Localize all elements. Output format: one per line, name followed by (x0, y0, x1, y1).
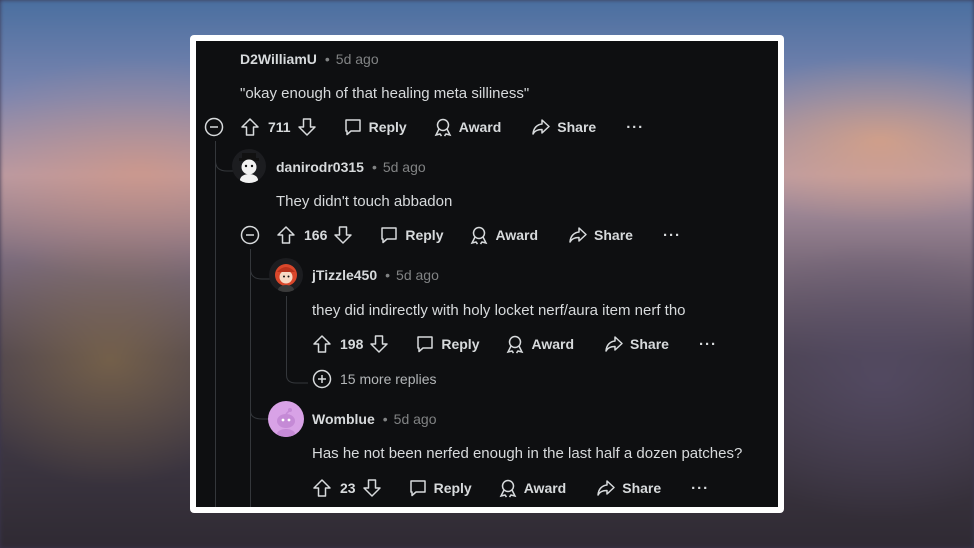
downvote-icon[interactable] (362, 478, 382, 498)
default-snoo-avatar-icon (277, 408, 295, 437)
award-icon (471, 226, 488, 245)
upvote-icon[interactable] (312, 334, 332, 354)
avatar[interactable] (268, 401, 304, 437)
comment-thread: D2WilliamU • 5d ago "okay enough of that… (196, 41, 778, 507)
vote-score: 23 (340, 480, 356, 496)
thread-line (215, 146, 216, 507)
comment-author[interactable]: danirodr0315 (276, 159, 364, 175)
expand-icon (312, 369, 332, 389)
comment-actions: 166 Reply Award Share ··· (276, 225, 681, 245)
comment-author[interactable]: Womblue (312, 411, 375, 427)
award-icon (499, 479, 517, 498)
comment-header: D2WilliamU • 5d ago (240, 51, 379, 67)
reply-label: Reply (405, 227, 444, 243)
share-button[interactable]: Share (596, 478, 661, 498)
more-options-button[interactable]: ··· (691, 480, 709, 497)
share-icon (597, 480, 615, 496)
award-button[interactable]: Award (498, 478, 567, 498)
comment-time[interactable]: 5d ago (396, 267, 439, 283)
reply-icon (344, 119, 361, 136)
award-label: Award (523, 480, 567, 496)
vote-score: 166 (304, 227, 328, 243)
reply-label: Reply (433, 480, 472, 496)
avatar[interactable] (269, 258, 303, 292)
comment-time[interactable]: 5d ago (394, 411, 437, 427)
reply-button[interactable]: Reply (343, 117, 407, 137)
comment-author[interactable]: D2WilliamU (240, 51, 317, 67)
comment-time[interactable]: 5d ago (336, 51, 379, 67)
share-label: Share (622, 480, 662, 496)
downvote-icon[interactable] (333, 225, 353, 245)
comment-author[interactable]: jTizzle450 (312, 267, 377, 283)
reply-label: Reply (441, 336, 480, 352)
separator-dot: • (371, 159, 377, 175)
reply-label: Reply (368, 119, 407, 135)
reply-icon (417, 336, 434, 353)
comment-body: They didn't touch abbadon (276, 193, 453, 210)
downvote-icon[interactable] (369, 334, 389, 354)
upvote-icon[interactable] (312, 478, 332, 498)
share-icon (532, 119, 551, 135)
separator-dot: • (385, 267, 391, 283)
share-label: Share (594, 227, 633, 243)
more-replies-link[interactable]: 15 more replies (312, 369, 437, 389)
more-options-button[interactable]: ··· (663, 227, 681, 244)
reply-button[interactable]: Reply (379, 225, 443, 245)
more-options-button[interactable]: ··· (626, 119, 644, 136)
collapse-icon[interactable] (240, 225, 260, 245)
comment-header: jTizzle450 • 5d ago (312, 267, 439, 283)
snoo-avatar-icon (239, 153, 259, 183)
vote-score: 711 (268, 119, 291, 135)
more-options-button[interactable]: ··· (699, 336, 717, 353)
collapse-icon[interactable] (204, 117, 224, 137)
comment-body: they did indirectly with holy locket ner… (312, 302, 686, 319)
upvote-icon[interactable] (240, 117, 260, 137)
more-replies-label: 15 more replies (340, 371, 437, 387)
comment-actions: 23 Reply Award Share ··· (312, 478, 709, 498)
share-label: Share (630, 336, 669, 352)
reply-button[interactable]: Reply (408, 478, 472, 498)
comment-header: Womblue • 5d ago (312, 411, 436, 427)
thread-line (286, 296, 287, 374)
reply-icon (409, 480, 426, 497)
award-label: Award (531, 336, 575, 352)
separator-dot: • (382, 411, 388, 427)
upvote-icon[interactable] (276, 225, 296, 245)
share-label: Share (557, 119, 597, 135)
comment-body: "okay enough of that healing meta sillin… (240, 85, 530, 102)
screenshot-frame: D2WilliamU • 5d ago "okay enough of that… (190, 35, 784, 513)
share-button[interactable]: Share (531, 117, 596, 137)
share-icon (605, 336, 623, 352)
award-button[interactable]: Award (505, 334, 574, 354)
snoo-avatar-icon (275, 264, 297, 292)
award-button[interactable]: Award (469, 225, 538, 245)
separator-dot: • (324, 51, 330, 67)
share-button[interactable]: Share (568, 225, 633, 245)
award-label: Award (495, 227, 539, 243)
comment-actions: 711 Reply Award Share ··· (240, 117, 644, 137)
award-label: Award (458, 119, 502, 135)
award-button[interactable]: Award (433, 117, 502, 137)
share-button[interactable]: Share (604, 334, 669, 354)
reply-button[interactable]: Reply (415, 334, 479, 354)
share-icon (569, 227, 587, 243)
thread-connector (286, 371, 308, 384)
vote-score: 198 (340, 336, 364, 352)
award-icon (434, 118, 452, 137)
comment-time[interactable]: 5d ago (383, 159, 426, 175)
award-icon (507, 335, 524, 354)
comment-header: danirodr0315 • 5d ago (276, 159, 426, 175)
downvote-icon[interactable] (297, 117, 317, 137)
reply-icon (381, 227, 398, 244)
comment-actions: 198 Reply Award Share ··· (312, 334, 717, 354)
avatar[interactable] (232, 149, 266, 183)
comment-body: Has he not been nerfed enough in the las… (312, 445, 743, 462)
